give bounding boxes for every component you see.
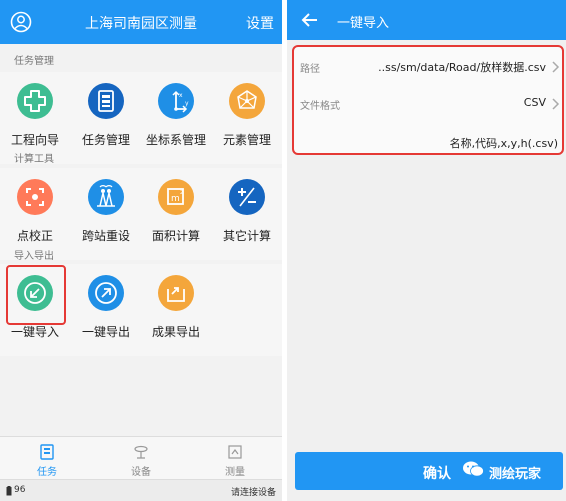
bottom-nav: 任务 设备 测量 [0,436,282,480]
tile-label: 工程向导 [10,133,59,147]
import-screen: 一键导入 路径 ..ss/sm/data/Road/放样数据.csv 文件格式 … [287,0,566,501]
format-label: 文件格式 [300,101,340,112]
nav-tab-measure[interactable]: 测量 [188,437,282,480]
battery-level: 96 [14,485,26,495]
device-icon [134,445,148,459]
format-hint-row: 名称,代码,x,y,h(.csv) [294,131,562,153]
format-row[interactable]: 文件格式 CSV [294,88,562,118]
measure-icon [228,445,242,459]
import-export-row: 一键导入 一键导出 成果导出 [0,264,282,356]
nav-tab-device[interactable]: 设备 [94,437,188,480]
tile-one-key-export[interactable]: 一键导出 [71,264,141,356]
confirm-label: 确认 [423,466,451,482]
format-value: CSV [523,96,546,109]
tile-label: 跨站重设 [81,229,130,243]
tile-other-calculation[interactable]: 其它计算 [212,168,282,260]
chevron-right-icon [552,61,560,73]
nav-label: 设备 [131,467,151,478]
tile-label: 其它计算 [222,229,271,243]
tile-label: 面积计算 [151,229,200,243]
watermark-text: 测绘玩家 [489,467,542,482]
tile-task-management[interactable]: 任务管理 [71,72,141,164]
section-title-task: 任务管理 [14,56,54,67]
import-arrow-icon [17,275,53,311]
tile-station-reset[interactable]: 跨站重设 [71,168,141,260]
tile-result-export[interactable]: 成果导出 [141,264,211,356]
status-bar: 96 请连接设备 [0,479,282,501]
network-icon [229,83,265,119]
format-fields-hint: 名称,代码,x,y,h(.csv) [449,137,558,150]
import-form: 路径 ..ss/sm/data/Road/放样数据.csv 文件格式 CSV 名… [292,45,564,155]
tile-coordinate-system[interactable]: x y 坐标系管理 [141,72,211,164]
svg-text:2: 2 [180,190,183,196]
path-value: ..ss/sm/data/Road/放样数据.csv [378,61,546,74]
wechat-icon [463,461,484,477]
nav-tab-task[interactable]: 任务 [0,437,94,480]
tile-label: 成果导出 [151,325,200,339]
tile-element-management[interactable]: 元素管理 [212,72,282,164]
svg-text:x: x [179,92,183,99]
tile-label: 元素管理 [222,133,271,147]
nav-label: 测量 [225,467,245,478]
tile-label: 一键导出 [81,325,130,339]
nav-label: 任务 [37,467,57,478]
medical-cross-icon [17,83,53,119]
app-header: 上海司南园区测量 设置 [0,0,282,44]
chevron-right-icon [552,98,560,110]
arrow-left-icon[interactable] [301,11,319,29]
svg-text:y: y [185,100,189,107]
task-icon [40,444,54,460]
document-list-icon [88,83,124,119]
area-icon: m 2 [158,179,194,215]
tile-label: 任务管理 [81,133,130,147]
tower-icon [88,179,124,215]
main-menu-screen: 上海司南园区测量 设置 任务管理 工程向导 任务管理 x y 坐标系管理 元素管… [0,0,282,501]
tile-label: 坐标系管理 [145,133,206,147]
tile-one-key-import[interactable]: 一键导入 [0,264,70,356]
watermark: 测绘玩家 [457,454,566,488]
path-label: 路径 [300,64,320,75]
path-row[interactable]: 路径 ..ss/sm/data/Road/放样数据.csv [294,51,562,81]
section-title-import-export: 导入导出 [14,251,54,262]
svg-text:m: m [171,194,180,204]
axis-icon: x y [158,83,194,119]
import-header: 一键导入 [287,0,566,40]
section-title-calc: 计算工具 [14,154,54,165]
result-export-icon [158,275,194,311]
export-arrow-icon [88,275,124,311]
battery-icon [6,486,12,496]
connect-device-link[interactable]: 请连接设备 [231,485,276,498]
project-title: 上海司南园区测量 [85,16,197,32]
tile-label: 一键导入 [10,325,59,339]
target-frame-icon [17,179,53,215]
tile-label: 点校正 [16,229,53,243]
page-title: 一键导入 [337,16,390,31]
tile-area-calculation[interactable]: m 2 面积计算 [141,168,211,260]
settings-button[interactable]: 设置 [246,13,274,33]
calculator-icon [229,179,265,215]
